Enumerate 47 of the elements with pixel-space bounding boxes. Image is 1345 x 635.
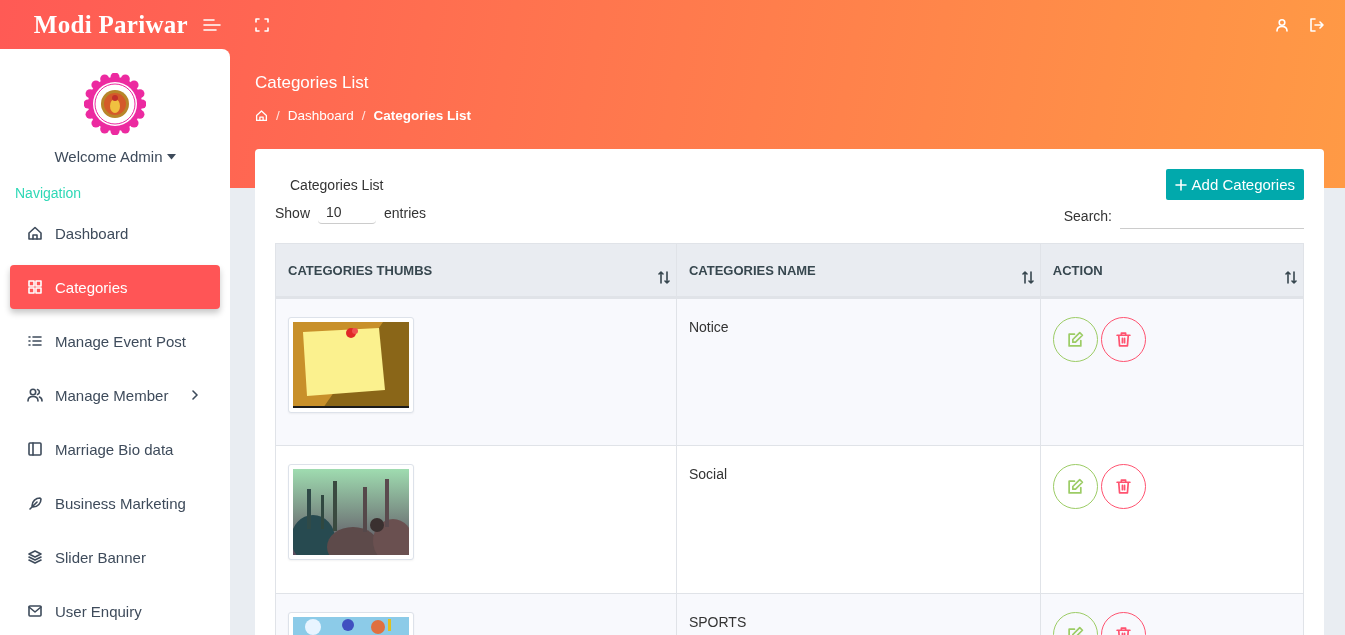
menu-icon <box>202 16 222 33</box>
column-header[interactable]: CATEGORIES NAME <box>676 243 1041 298</box>
nav-item[interactable]: User Enquiry <box>10 589 220 633</box>
home-icon <box>27 225 43 241</box>
breadcrumb-current: Categories List <box>373 108 472 123</box>
entries-label: entries <box>384 204 427 221</box>
sort-icon <box>657 271 670 284</box>
nav-item[interactable]: Business Marketing <box>10 481 220 525</box>
show-label: Show <box>275 204 311 221</box>
trash-icon <box>1114 478 1132 495</box>
column-header[interactable]: CATEGORIES THUMBS <box>275 243 677 298</box>
emblem-logo <box>84 73 146 135</box>
nav-item[interactable]: Marriage Bio data <box>10 427 220 471</box>
nav-item[interactable]: Manage Event Post <box>10 319 220 363</box>
sort-icon <box>1021 271 1034 284</box>
feather-icon <box>27 495 43 511</box>
page-title: Categories List <box>255 73 370 93</box>
user-icon <box>1275 17 1289 32</box>
list-icon <box>27 333 43 349</box>
search-label: Search: <box>1063 207 1112 224</box>
column-header[interactable]: ACTION <box>1040 243 1304 298</box>
category-name: SPORTS <box>688 614 747 630</box>
nav-item[interactable]: Dashboard <box>10 211 220 255</box>
breadcrumb-separator: / <box>361 108 366 123</box>
nav-item[interactable]: Manage Member <box>10 373 220 417</box>
caret-down-icon <box>166 153 176 160</box>
edit-icon <box>1066 478 1084 495</box>
category-name: Notice <box>688 319 729 335</box>
brand-title: Modi Pariwar <box>32 10 188 39</box>
category-name: Social <box>688 466 728 482</box>
card-title: Categories List <box>290 177 384 193</box>
home-icon <box>255 109 268 122</box>
trash-icon <box>1114 331 1132 348</box>
panel-icon <box>27 441 43 457</box>
fullscreen-icon <box>255 17 269 32</box>
breadcrumb-separator: / <box>276 108 280 123</box>
sort-icon <box>1285 271 1297 284</box>
user-menu[interactable]: Welcome Admin <box>54 148 176 165</box>
grid-icon <box>27 279 43 295</box>
edit-icon <box>1066 331 1084 348</box>
users-icon <box>27 387 43 403</box>
mail-icon <box>27 603 43 619</box>
logout-icon <box>1309 17 1324 32</box>
layers-icon <box>27 549 43 565</box>
nav-item[interactable]: Slider Banner <box>10 535 220 579</box>
nav-heading: Navigation <box>15 185 83 201</box>
plus-icon <box>1174 178 1187 191</box>
